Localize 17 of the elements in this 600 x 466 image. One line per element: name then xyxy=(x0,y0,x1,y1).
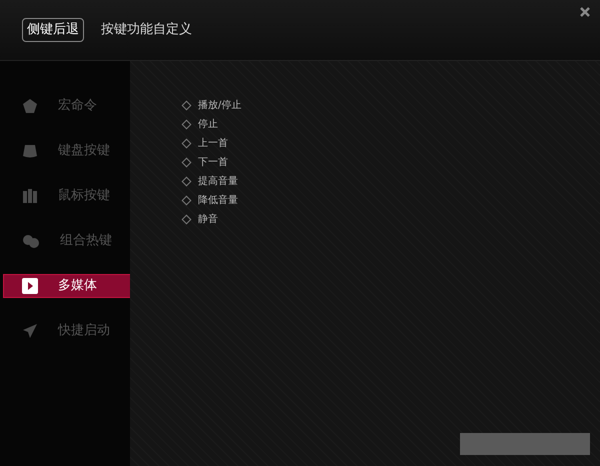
sidebar-item[interactable]: 多媒体 xyxy=(3,274,132,298)
send-icon xyxy=(22,323,38,339)
pentagon-icon xyxy=(22,98,38,114)
media-option[interactable]: 提高音量 xyxy=(183,173,600,189)
media-option[interactable]: 静音 xyxy=(183,211,600,227)
media-option[interactable]: 下一首 xyxy=(183,154,600,170)
close-icon[interactable] xyxy=(580,7,590,17)
media-option[interactable]: 上一首 xyxy=(183,135,600,151)
two-keys-icon xyxy=(22,233,40,249)
header-tab[interactable]: 按键功能自定义 xyxy=(96,18,197,42)
bars-icon xyxy=(22,188,38,204)
media-option[interactable]: 降低音量 xyxy=(183,192,600,208)
play-icon xyxy=(22,278,38,294)
media-option[interactable]: 停止 xyxy=(183,116,600,132)
keycap-icon xyxy=(22,143,38,159)
header-tab[interactable]: 侧键后退 xyxy=(22,18,84,42)
media-option[interactable]: 播放/停止 xyxy=(183,97,600,113)
